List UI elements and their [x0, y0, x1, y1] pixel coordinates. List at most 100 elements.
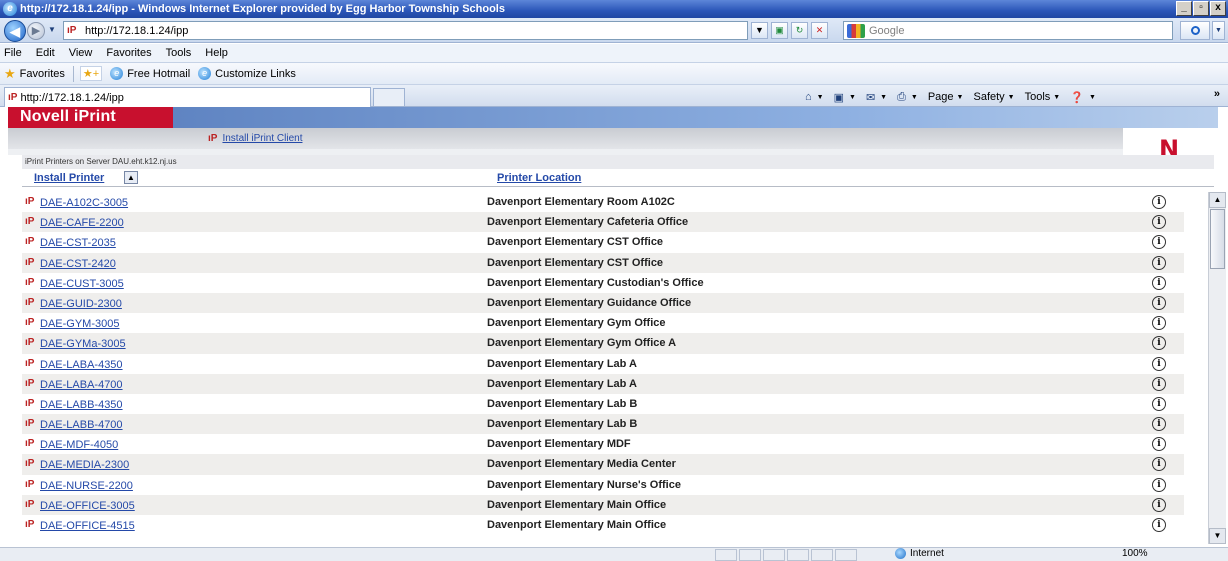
search-button[interactable]	[1180, 21, 1210, 40]
favorites-star-icon[interactable]: ★	[4, 66, 16, 82]
info-icon[interactable]: i	[1152, 195, 1166, 209]
menu-help[interactable]: Help	[205, 47, 228, 59]
scroll-thumb[interactable]	[1210, 209, 1225, 269]
scroll-down-button[interactable]: ▼	[1209, 528, 1226, 544]
printer-icon[interactable]: ıP	[25, 499, 34, 510]
zoom-level[interactable]: 100%	[1122, 548, 1148, 559]
printer-icon[interactable]: ıP	[25, 236, 34, 247]
sort-ascending-icon[interactable]: ▲	[124, 171, 138, 184]
info-icon[interactable]: i	[1152, 518, 1166, 532]
add-favorites-icon[interactable]: ★+	[79, 66, 103, 81]
favorite-link-hotmail[interactable]: Free Hotmail	[127, 68, 190, 80]
printer-install-link[interactable]: DAE-GYM-3005	[40, 318, 119, 330]
printer-icon[interactable]: ıP	[25, 277, 34, 288]
install-client-label[interactable]: Install iPrint Client	[222, 133, 302, 144]
printer-icon[interactable]: ıP	[25, 378, 34, 389]
printer-icon[interactable]: ıP	[25, 337, 34, 348]
printer-install-link[interactable]: DAE-CST-2420	[40, 258, 116, 270]
maximize-button[interactable]: ▫	[1193, 1, 1209, 16]
info-icon[interactable]: i	[1152, 497, 1166, 512]
address-url[interactable]: http://172.18.1.24/ipp	[85, 25, 188, 37]
favorite-link-customize[interactable]: Customize Links	[215, 68, 296, 80]
address-input[interactable]: ıP http://172.18.1.24/ipp	[63, 21, 748, 40]
printer-install-link[interactable]: DAE-LABA-4350	[40, 359, 123, 371]
info-icon[interactable]: i	[1152, 295, 1166, 310]
iprint-icon: ıP	[208, 133, 218, 144]
refresh-icon[interactable]: ↻	[791, 22, 808, 39]
menu-view[interactable]: View	[69, 47, 93, 59]
printer-icon[interactable]: ıP	[25, 257, 34, 268]
printer-icon[interactable]: ıP	[25, 297, 34, 308]
info-icon[interactable]: i	[1152, 376, 1166, 391]
security-zone[interactable]: Internet	[895, 548, 944, 559]
printer-install-link[interactable]: DAE-CAFE-2200	[40, 217, 124, 229]
stop-icon[interactable]: ✕	[811, 22, 828, 39]
info-icon[interactable]: i	[1152, 356, 1166, 371]
install-client-link[interactable]: ıP Install iPrint Client	[208, 133, 302, 144]
search-options-dropdown[interactable]: ▼	[1212, 21, 1225, 40]
compatibility-view-icon[interactable]: ▣	[771, 22, 788, 39]
printer-icon[interactable]: ıP	[25, 398, 34, 409]
printer-install-link[interactable]: DAE-GYMa-3005	[40, 338, 126, 350]
printer-install-link[interactable]: DAE-MDF-4050	[40, 439, 118, 451]
printer-icon[interactable]: ıP	[25, 418, 34, 429]
printer-icon[interactable]: ıP	[25, 519, 34, 530]
minimize-button[interactable]: _	[1176, 1, 1192, 16]
printer-install-link[interactable]: DAE-OFFICE-4515	[40, 520, 135, 532]
info-icon[interactable]: i	[1152, 336, 1166, 351]
mail-icon[interactable]: ✉	[866, 91, 875, 104]
info-icon[interactable]: i	[1152, 215, 1166, 230]
info-icon[interactable]: i	[1152, 255, 1166, 270]
printer-install-link[interactable]: DAE-CST-2035	[40, 237, 116, 249]
printer-location-header[interactable]: Printer Location	[497, 172, 581, 184]
info-icon[interactable]: i	[1152, 457, 1166, 472]
printer-icon[interactable]: ıP	[25, 317, 34, 328]
printer-icon[interactable]: ıP	[25, 196, 34, 207]
printer-install-link[interactable]: DAE-LABB-4350	[40, 399, 123, 411]
home-icon[interactable]: ⌂	[805, 91, 812, 103]
menu-file[interactable]: File	[4, 47, 22, 59]
safety-menu[interactable]: Safety	[973, 91, 1004, 103]
printer-icon[interactable]: ıP	[25, 458, 34, 469]
menu-edit[interactable]: Edit	[36, 47, 55, 59]
info-icon[interactable]: i	[1152, 477, 1166, 492]
info-icon[interactable]: i	[1152, 437, 1166, 452]
menu-favorites[interactable]: Favorites	[106, 47, 151, 59]
search-input[interactable]: Google	[843, 21, 1173, 40]
back-button[interactable]: ◀	[4, 20, 26, 42]
info-icon[interactable]: i	[1152, 235, 1166, 250]
vertical-scrollbar[interactable]: ▲ ▼	[1208, 192, 1226, 544]
page-menu[interactable]: Page	[928, 91, 954, 103]
close-button[interactable]: x	[1210, 1, 1226, 16]
print-icon[interactable]: ⎙	[897, 91, 906, 104]
browser-tab[interactable]: ıP http://172.18.1.24/ipp	[4, 87, 371, 107]
printer-icon[interactable]: ıP	[25, 438, 34, 449]
printer-install-link[interactable]: DAE-NURSE-2200	[40, 480, 133, 492]
new-tab-button[interactable]	[373, 88, 405, 107]
printer-install-link[interactable]: DAE-A102C-3005	[40, 197, 128, 209]
menu-tools[interactable]: Tools	[166, 47, 192, 59]
install-printer-header[interactable]: Install Printer	[34, 172, 104, 184]
printer-install-link[interactable]: DAE-GUID-2300	[40, 298, 122, 310]
favorites-button[interactable]: Favorites	[20, 68, 65, 80]
printer-install-link[interactable]: DAE-MEDIA-2300	[40, 459, 129, 471]
info-icon[interactable]: i	[1152, 316, 1166, 331]
info-icon[interactable]: i	[1152, 396, 1166, 411]
printer-icon[interactable]: ıP	[25, 358, 34, 369]
scroll-up-button[interactable]: ▲	[1209, 192, 1226, 208]
address-dropdown-button[interactable]: ▼	[751, 22, 768, 39]
help-icon[interactable]: ❓	[1070, 91, 1084, 104]
toolbar-overflow-icon[interactable]: »	[1214, 88, 1220, 100]
printer-install-link[interactable]: DAE-CUST-3005	[40, 278, 124, 290]
printer-install-link[interactable]: DAE-LABB-4700	[40, 419, 123, 431]
printer-icon[interactable]: ıP	[25, 479, 34, 490]
feeds-icon[interactable]: ▣	[834, 91, 844, 104]
history-dropdown-icon[interactable]: ▼	[48, 25, 56, 34]
info-icon[interactable]: i	[1152, 275, 1166, 290]
tools-menu[interactable]: Tools	[1025, 91, 1051, 103]
forward-button[interactable]: ▶	[27, 22, 45, 40]
printer-install-link[interactable]: DAE-OFFICE-3005	[40, 500, 135, 512]
info-icon[interactable]: i	[1152, 417, 1166, 432]
printer-install-link[interactable]: DAE-LABA-4700	[40, 379, 123, 391]
printer-icon[interactable]: ıP	[25, 216, 34, 227]
